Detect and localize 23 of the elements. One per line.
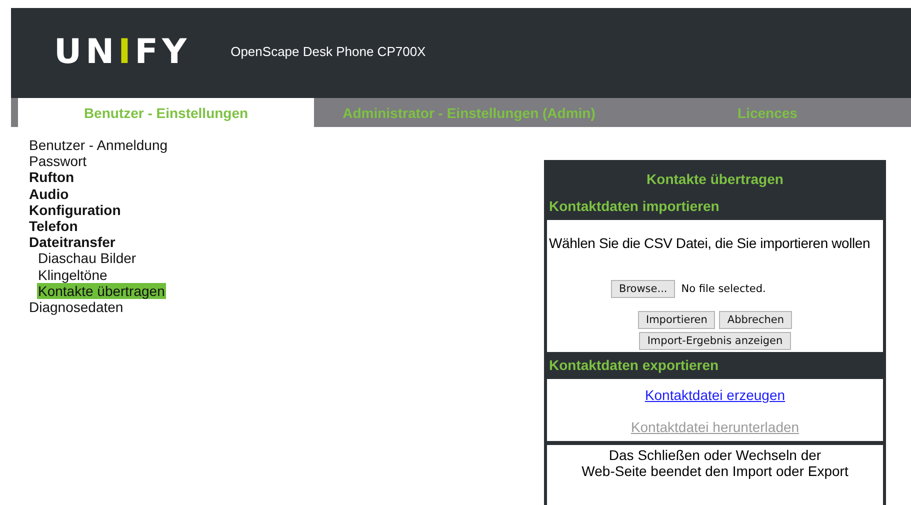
sidebar-item[interactable]: Rufton [28,169,76,186]
sidebar-item[interactable]: Diaschau Bilder [37,250,138,266]
sidebar-item[interactable]: Diagnosedaten [28,299,124,316]
action-button[interactable]: Abbrechen [719,311,792,329]
section-heading: Kontaktdaten importieren [548,197,720,216]
sidebar-item[interactable]: Benutzer - Anmeldung [28,137,169,153]
panel-title: Kontakte übertragen [646,170,784,189]
sidebar-item[interactable]: Klingeltöne [37,266,108,283]
export-link[interactable]: Kontaktdatei erzeugen [644,387,786,403]
sidebar-item[interactable]: Passwort [28,153,88,170]
file-status: No file selected. [681,283,766,295]
sidebar-item[interactable]: Kontakte übertragen [37,282,166,299]
browse-button[interactable]: Browse... [611,280,676,298]
notice-text: Das Schließen oder Wechseln der Web-Seite beendet den Import oder Export [547,445,883,505]
action-button[interactable]: Importieren [638,311,716,329]
product-name: OpenScape Desk Phone CP700X [230,44,426,59]
import-prompt: Wählen Sie die CSV Datei, die Sie importieren wollen [548,234,872,251]
import-result-button[interactable]: Import-Ergebnis anzeigen [639,332,791,350]
sidebar-item[interactable]: Telefon [28,218,79,234]
sidebar-item[interactable]: Audio [28,186,70,202]
sidebar-item[interactable]: Konfiguration [28,202,122,218]
section-heading: Kontaktdaten exportieren [548,356,720,375]
sidebar-item[interactable]: Dateitransfer [28,234,116,250]
